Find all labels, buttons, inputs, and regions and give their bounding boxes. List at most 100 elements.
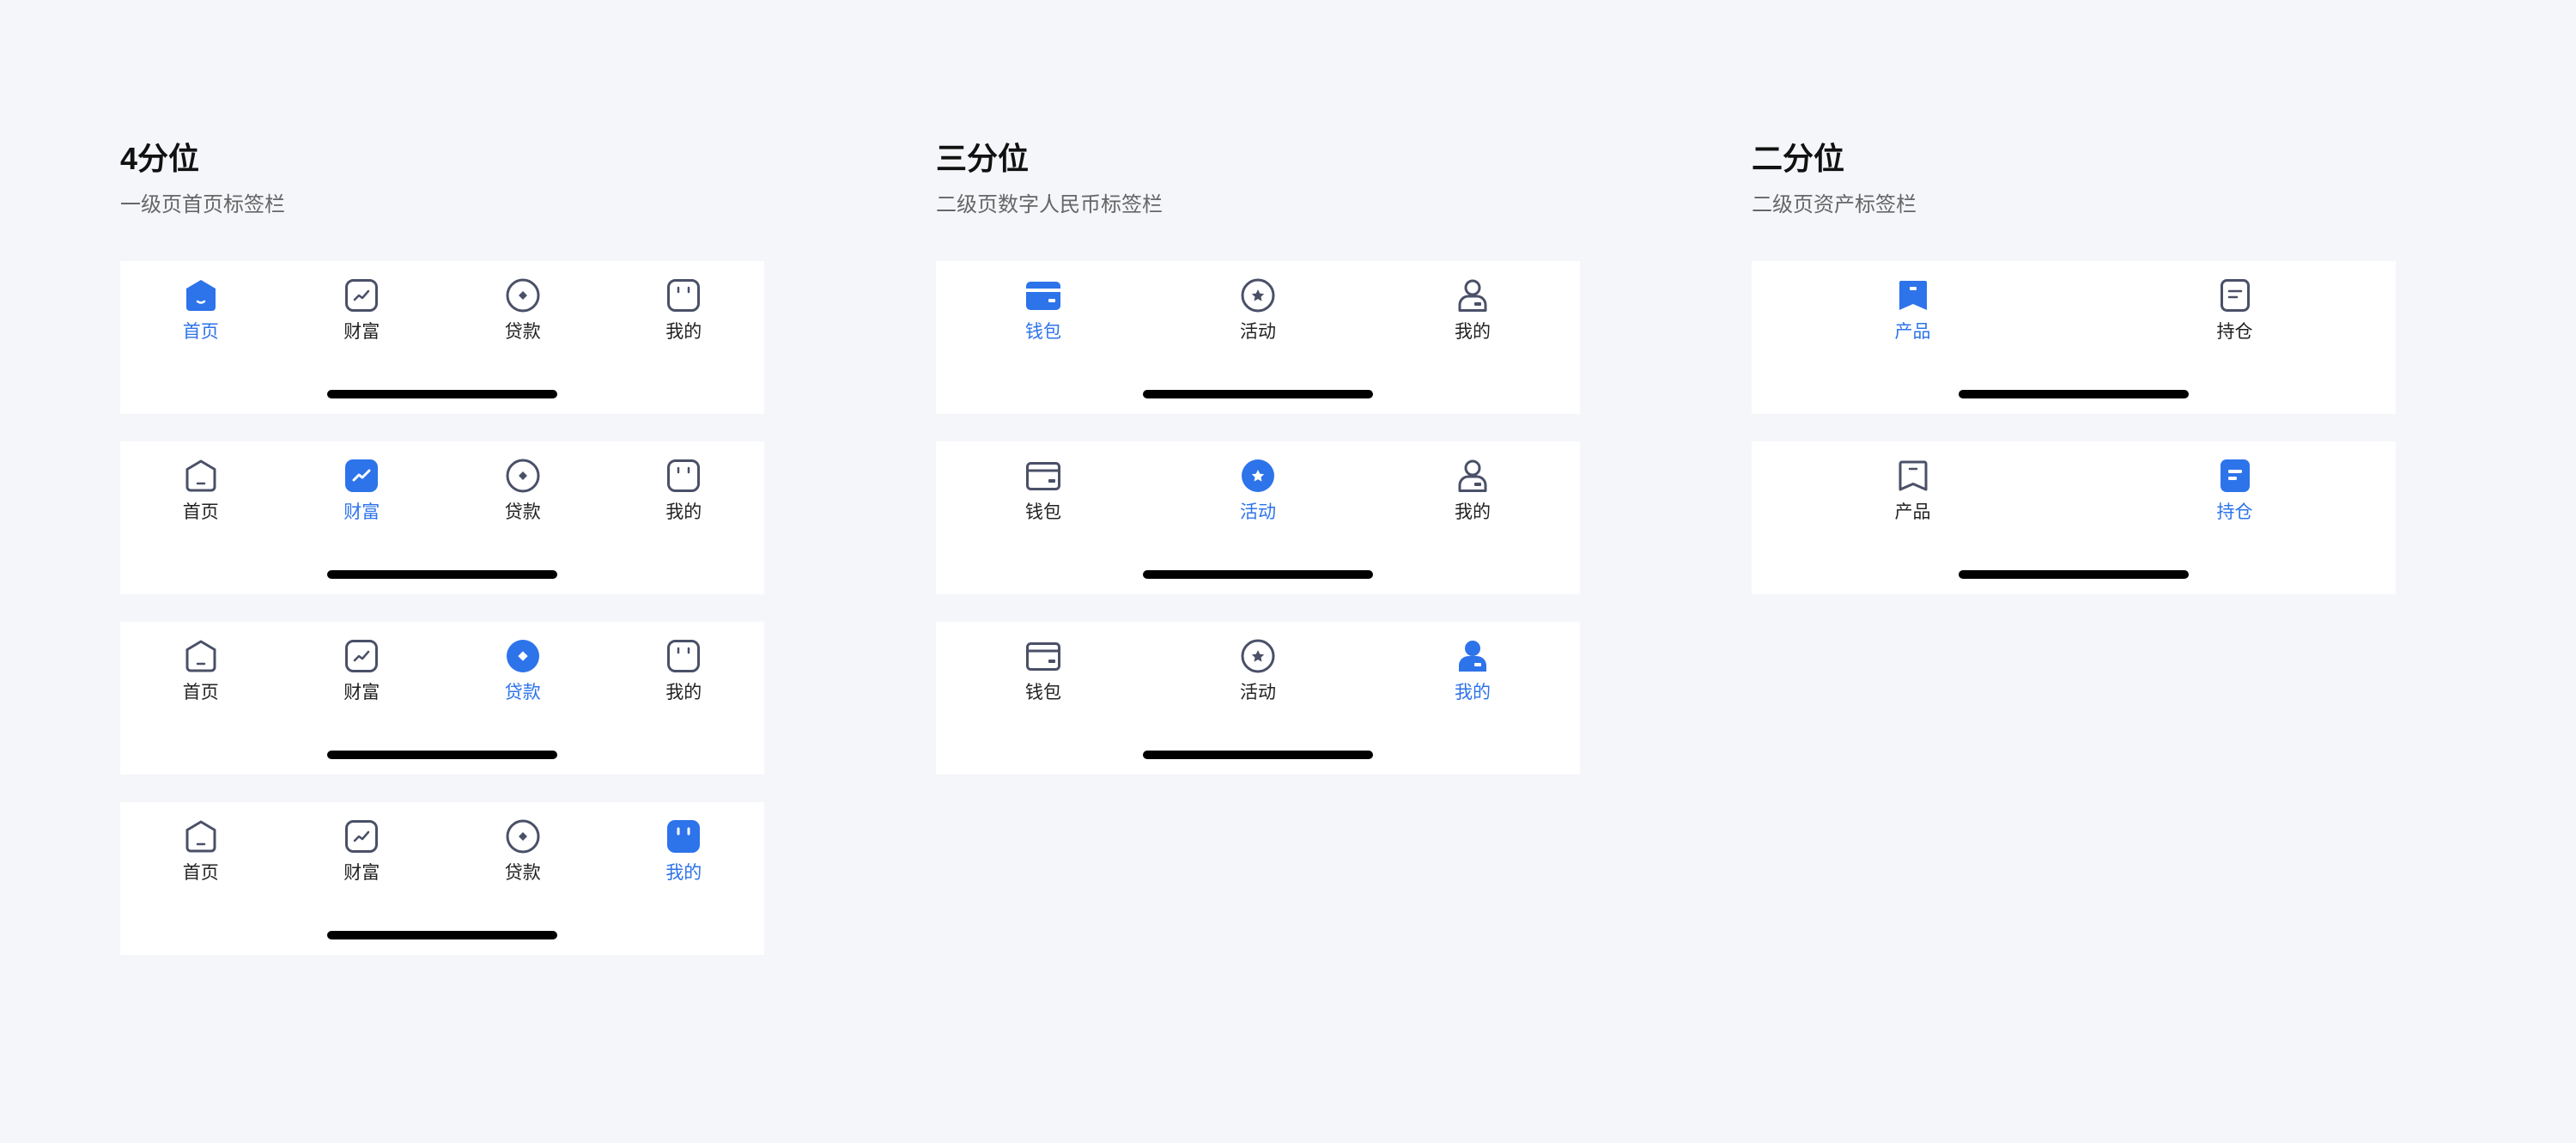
tab-row: 首页 财富 贷款 我的 — [120, 261, 764, 364]
tab-bar: 首页 财富 贷款 我的 — [120, 441, 764, 594]
tab-bar: 钱包 活动 我的 — [936, 622, 1580, 775]
activity-icon — [1239, 277, 1277, 314]
tab-label: 钱包 — [1025, 683, 1061, 702]
tab-label: 财富 — [343, 502, 380, 522]
tab-bar: 钱包 活动 我的 — [936, 261, 1580, 414]
tab-label: 我的 — [1455, 502, 1491, 522]
group-subtitle: 一级页首页标签栏 — [120, 193, 285, 216]
tab-wealth[interactable]: 财富 — [282, 261, 443, 364]
tab-label: 我的 — [665, 322, 702, 342]
tab-bar: 钱包 活动 我的 — [936, 441, 1580, 594]
tab-label: 财富 — [343, 322, 380, 342]
home-indicator — [1143, 570, 1373, 579]
tab-bar-list: 钱包 活动 我的 钱包 活动 我的 钱包 活动 我的 — [936, 261, 1580, 775]
tab-bar: 产品 持仓 — [1752, 441, 2396, 594]
holding-icon — [2216, 277, 2254, 314]
wealth-icon — [343, 818, 380, 855]
tab-bar-list: 产品 持仓 产品 持仓 — [1752, 261, 2396, 594]
product-icon — [1894, 277, 1932, 314]
tab-mine[interactable]: 我的 — [604, 441, 765, 544]
tab-mine[interactable]: 我的 — [604, 622, 765, 725]
tab-wallet[interactable]: 钱包 — [936, 261, 1151, 364]
group-title: 二分位 — [1752, 141, 1845, 176]
mine-icon — [665, 637, 702, 675]
user-icon — [1454, 637, 1492, 675]
tab-home[interactable]: 首页 — [120, 622, 282, 725]
tab-label: 我的 — [665, 863, 702, 883]
group-two-tabs: 二分位 二级页资产标签栏 产品 持仓 产品 持仓 — [1752, 137, 2396, 622]
tab-label: 我的 — [1455, 683, 1491, 702]
wallet-icon — [1024, 457, 1062, 495]
home-icon — [182, 637, 220, 675]
wealth-icon — [343, 637, 380, 675]
wealth-icon — [343, 457, 380, 495]
group-three-tabs: 三分位 二级页数字人民币标签栏 钱包 活动 我的 钱包 活动 我的 钱包 活动 我的 — [936, 137, 1580, 802]
tab-label: 首页 — [182, 683, 219, 702]
user-icon — [1454, 457, 1492, 495]
tab-loan[interactable]: 贷款 — [442, 622, 604, 725]
tab-activity[interactable]: 活动 — [1151, 622, 1365, 725]
tab-activity[interactable]: 活动 — [1151, 441, 1365, 544]
tab-home[interactable]: 首页 — [120, 802, 282, 905]
home-indicator — [327, 390, 557, 398]
tab-loan[interactable]: 贷款 — [442, 802, 604, 905]
tab-user[interactable]: 我的 — [1365, 622, 1580, 725]
holding-icon — [2216, 457, 2254, 495]
mine-icon — [665, 818, 702, 855]
tab-label: 钱包 — [1025, 502, 1061, 522]
tab-loan[interactable]: 贷款 — [442, 261, 604, 364]
tab-row: 钱包 活动 我的 — [936, 261, 1580, 364]
tab-row: 产品 持仓 — [1752, 441, 2396, 544]
tab-user[interactable]: 我的 — [1365, 441, 1580, 544]
loan-icon — [504, 818, 542, 855]
mine-icon — [665, 457, 702, 495]
tab-mine[interactable]: 我的 — [604, 802, 765, 905]
home-indicator — [1143, 751, 1373, 759]
user-icon — [1454, 277, 1492, 314]
tab-row: 产品 持仓 — [1752, 261, 2396, 364]
tab-product[interactable]: 产品 — [1752, 261, 2074, 364]
home-icon — [182, 818, 220, 855]
tab-home[interactable]: 首页 — [120, 441, 282, 544]
tab-label: 财富 — [343, 683, 380, 702]
tab-activity[interactable]: 活动 — [1151, 261, 1365, 364]
product-icon — [1894, 457, 1932, 495]
wallet-icon — [1024, 277, 1062, 314]
tab-product[interactable]: 产品 — [1752, 441, 2074, 544]
group-subtitle: 二级页资产标签栏 — [1752, 193, 1917, 216]
tab-label: 贷款 — [504, 863, 541, 883]
tab-row: 首页 财富 贷款 我的 — [120, 622, 764, 725]
tab-home[interactable]: 首页 — [120, 261, 282, 364]
tab-wealth[interactable]: 财富 — [282, 622, 443, 725]
tab-label: 首页 — [182, 863, 219, 883]
tab-holding[interactable]: 持仓 — [2074, 441, 2396, 544]
tab-loan[interactable]: 贷款 — [442, 441, 604, 544]
tab-label: 产品 — [1894, 502, 1931, 522]
tab-wealth[interactable]: 财富 — [282, 802, 443, 905]
tab-row: 首页 财富 贷款 我的 — [120, 802, 764, 905]
home-indicator — [1959, 570, 2189, 579]
tab-bar-list: 首页 财富 贷款 我的 首页 财富 贷款 我的 首页 财富 贷款 我的 首页 财富 贷款 我的 — [120, 261, 764, 955]
tab-wallet[interactable]: 钱包 — [936, 441, 1151, 544]
tab-row: 首页 财富 贷款 我的 — [120, 441, 764, 544]
tab-row: 钱包 活动 我的 — [936, 622, 1580, 725]
tab-label: 活动 — [1240, 683, 1276, 702]
home-indicator — [327, 751, 557, 759]
tab-row: 钱包 活动 我的 — [936, 441, 1580, 544]
group-title: 三分位 — [936, 141, 1030, 176]
tab-label: 我的 — [665, 683, 702, 702]
tab-holding[interactable]: 持仓 — [2074, 261, 2396, 364]
tab-wallet[interactable]: 钱包 — [936, 622, 1151, 725]
mine-icon — [665, 277, 702, 314]
tab-label: 持仓 — [2216, 502, 2253, 522]
home-icon — [182, 457, 220, 495]
tab-user[interactable]: 我的 — [1365, 261, 1580, 364]
tab-label: 贷款 — [504, 502, 541, 522]
tab-label: 钱包 — [1025, 322, 1061, 342]
tab-label: 我的 — [665, 502, 702, 522]
group-title: 4分位 — [120, 141, 200, 176]
group-subtitle: 二级页数字人民币标签栏 — [936, 193, 1163, 216]
tab-mine[interactable]: 我的 — [604, 261, 765, 364]
tab-label: 活动 — [1240, 322, 1276, 342]
tab-wealth[interactable]: 财富 — [282, 441, 443, 544]
